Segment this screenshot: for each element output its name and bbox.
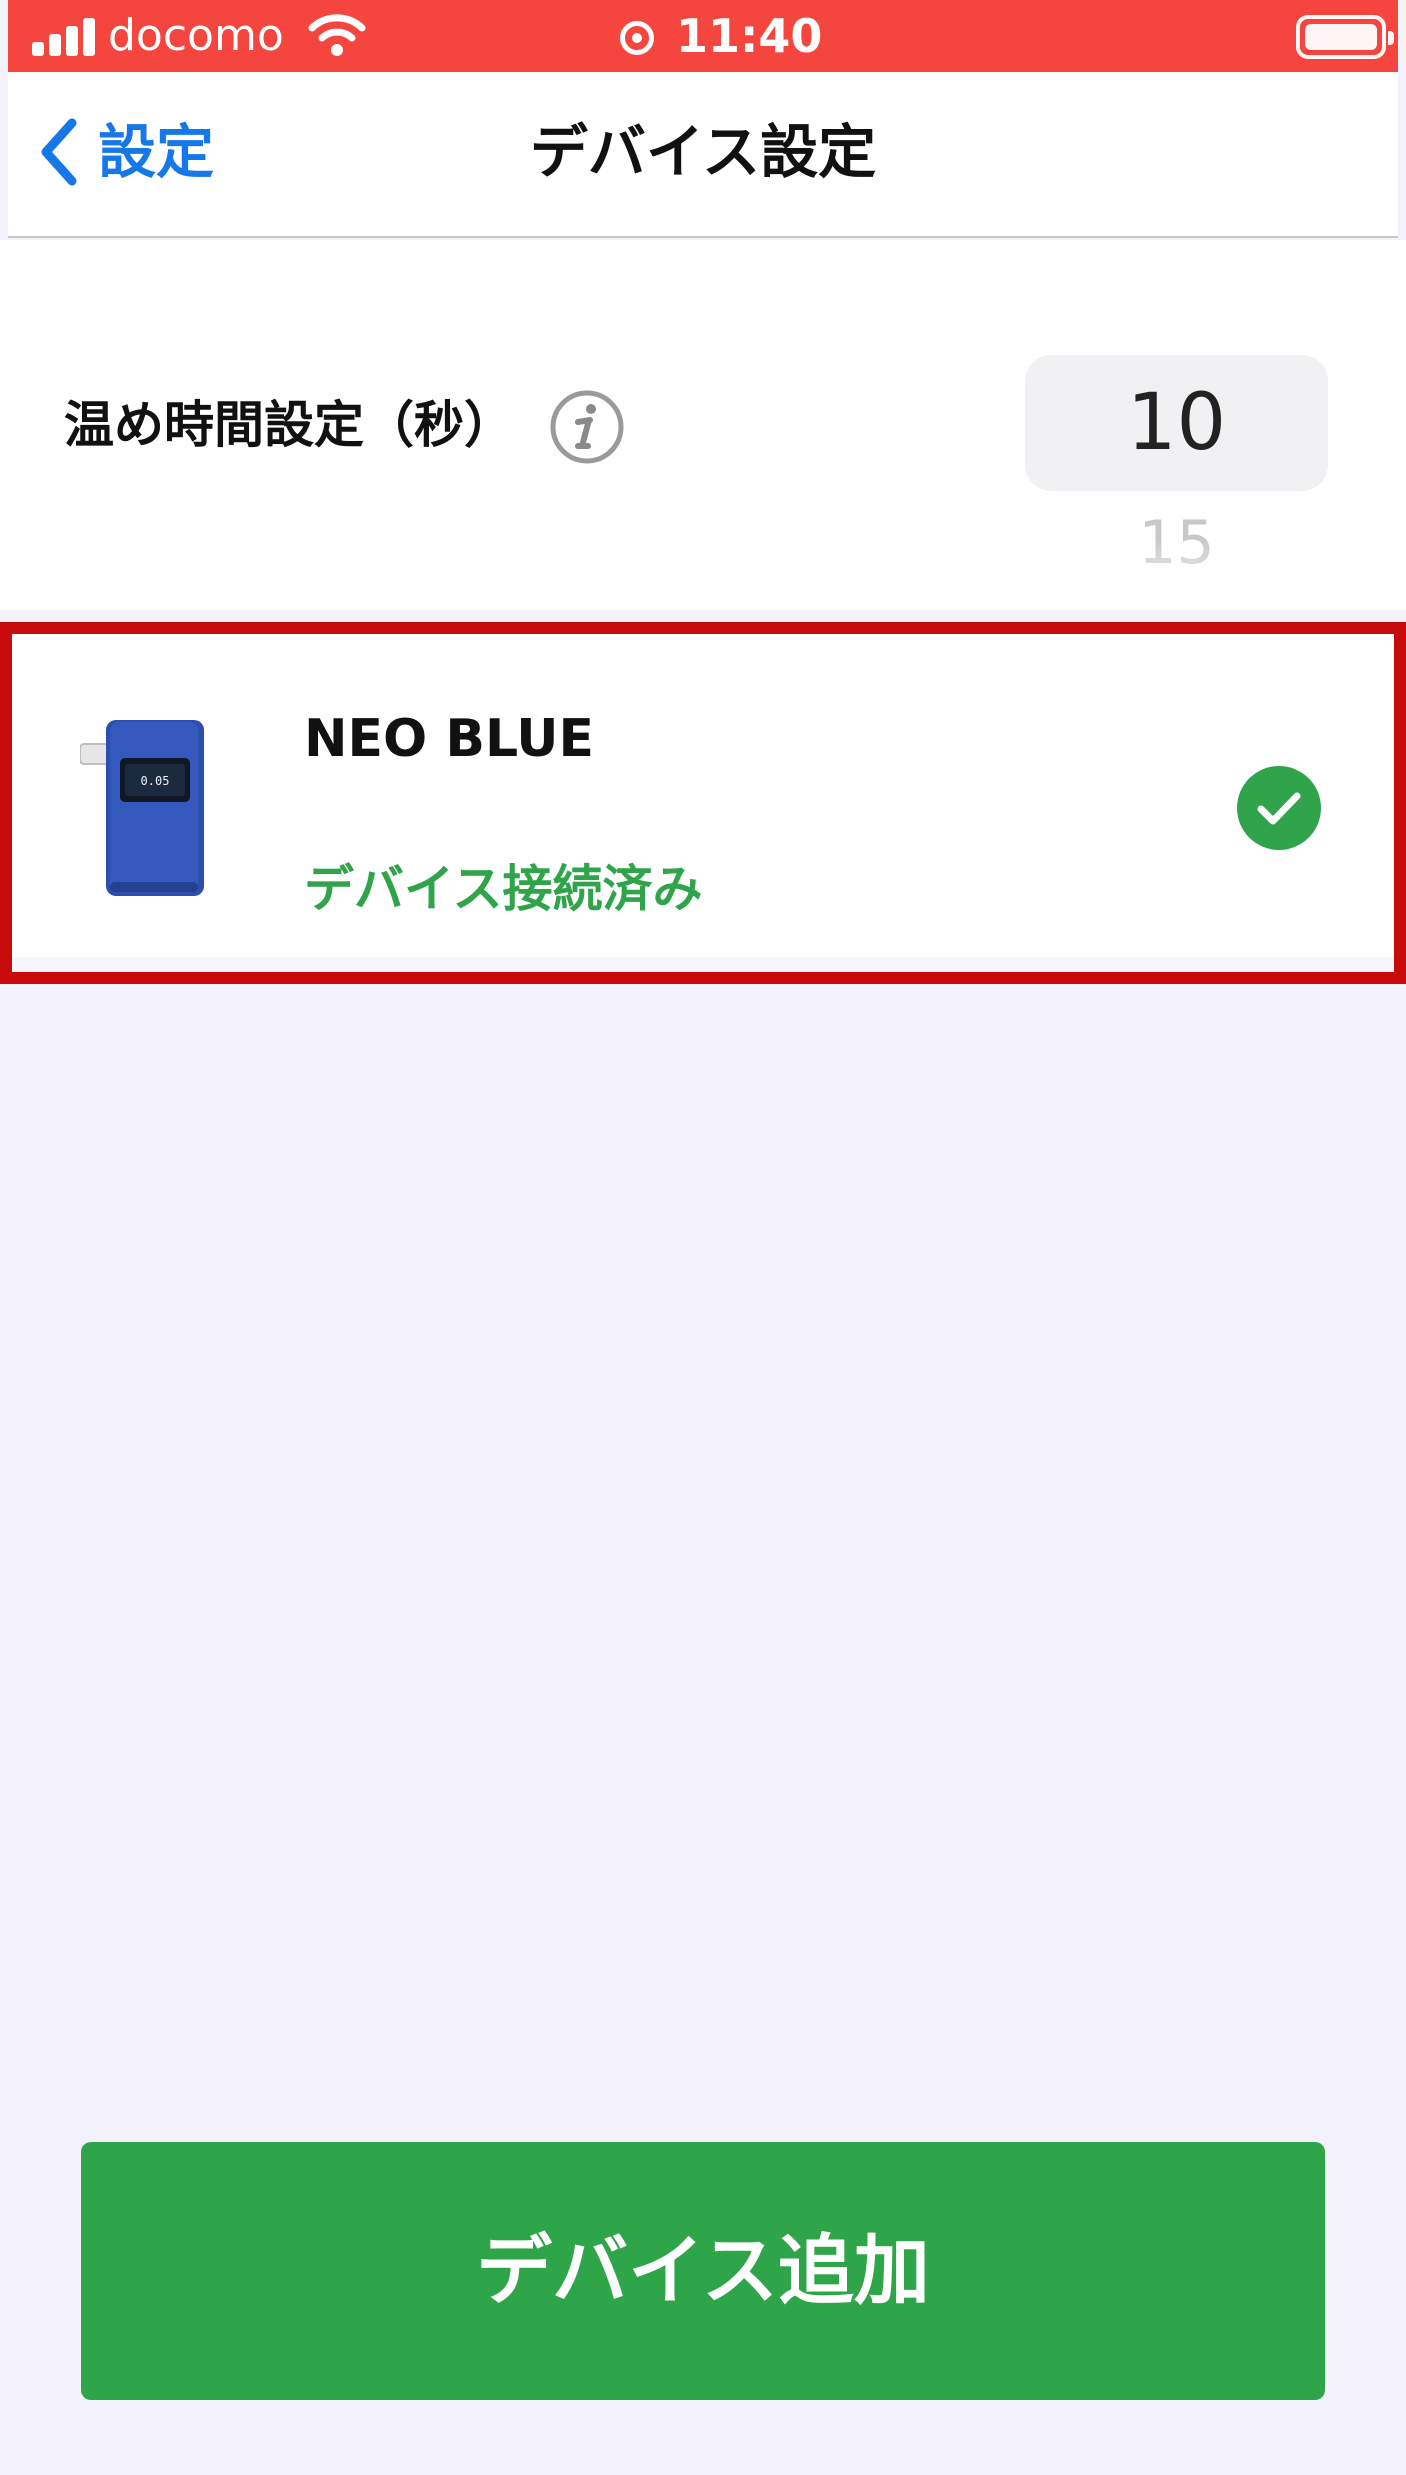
device-display-value: 0.05 <box>141 774 170 788</box>
back-button-label: 設定 <box>98 118 215 186</box>
carrier-label: docomo <box>108 10 284 61</box>
warmup-time-label: 温め時間設定（秒） <box>64 396 514 454</box>
info-icon[interactable] <box>548 388 626 466</box>
device-card-footer <box>12 957 1394 972</box>
picker-fade <box>1000 540 1360 610</box>
back-button[interactable]: 設定 <box>38 112 214 192</box>
breathalyzer-device-image: 0.05 <box>80 720 204 896</box>
add-device-button[interactable]: デバイス追加 <box>81 2142 1325 2400</box>
battery-icon <box>1296 15 1394 59</box>
status-time: 11:40 <box>676 9 823 63</box>
signal-icon <box>32 16 102 56</box>
device-name: NEO BLUE <box>304 709 595 769</box>
checkmark-circle-icon <box>1237 766 1321 850</box>
warmup-time-setting: 温め時間設定（秒） 10 15 <box>0 240 1406 610</box>
device-card-content: 0.05 NEO BLUE デバイス接続済み <box>12 634 1394 957</box>
navigation-bar: デバイス設定 設定 <box>8 72 1398 238</box>
device-settings-screen: docomo 11:40 デバイス設定 設定 温め時間設定（秒） 10 0.05… <box>0 0 1406 2475</box>
wifi-icon <box>308 14 366 56</box>
screen-record-icon <box>620 21 654 55</box>
device-card[interactable]: 0.05 NEO BLUE デバイス接続済み <box>0 622 1406 984</box>
chevron-left-icon <box>41 118 77 186</box>
warmup-time-picker-selected[interactable]: 10 <box>1025 355 1328 491</box>
page-title: デバイス設定 <box>529 118 877 186</box>
status-bar: docomo 11:40 <box>8 0 1398 72</box>
device-connection-status: デバイス接続済み <box>304 860 703 918</box>
